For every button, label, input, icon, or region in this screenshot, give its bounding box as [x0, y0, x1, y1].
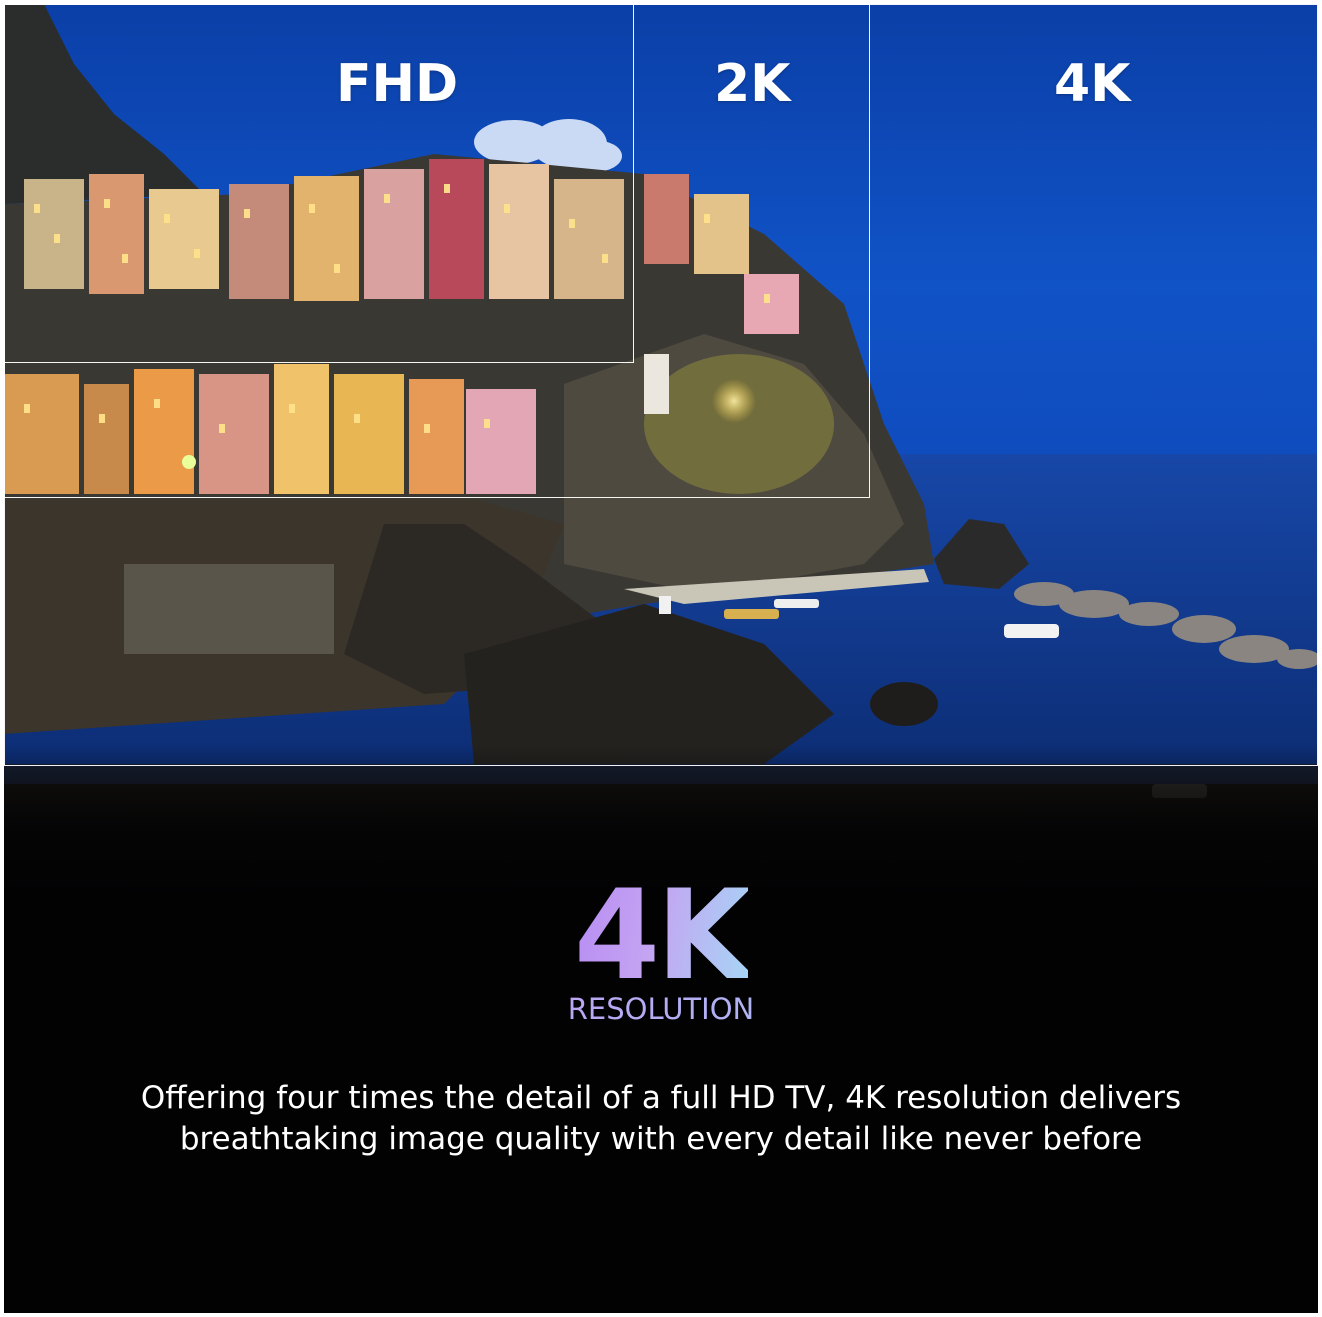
4k-label: 4K [1054, 54, 1131, 114]
2k-label: 2K [714, 54, 791, 114]
promo-canvas: FHD 2K 4K 4K RESOLUTION Offering four ti… [4, 4, 1318, 1313]
headline: 4K [4, 872, 1318, 1000]
fhd-zone [4, 4, 634, 363]
headline-title: 4K [573, 864, 752, 1008]
description-text: Offering four times the detail of a full… [140, 1080, 1182, 1157]
fhd-label: FHD [336, 54, 459, 114]
headline-subtitle: RESOLUTION [4, 992, 1318, 1026]
